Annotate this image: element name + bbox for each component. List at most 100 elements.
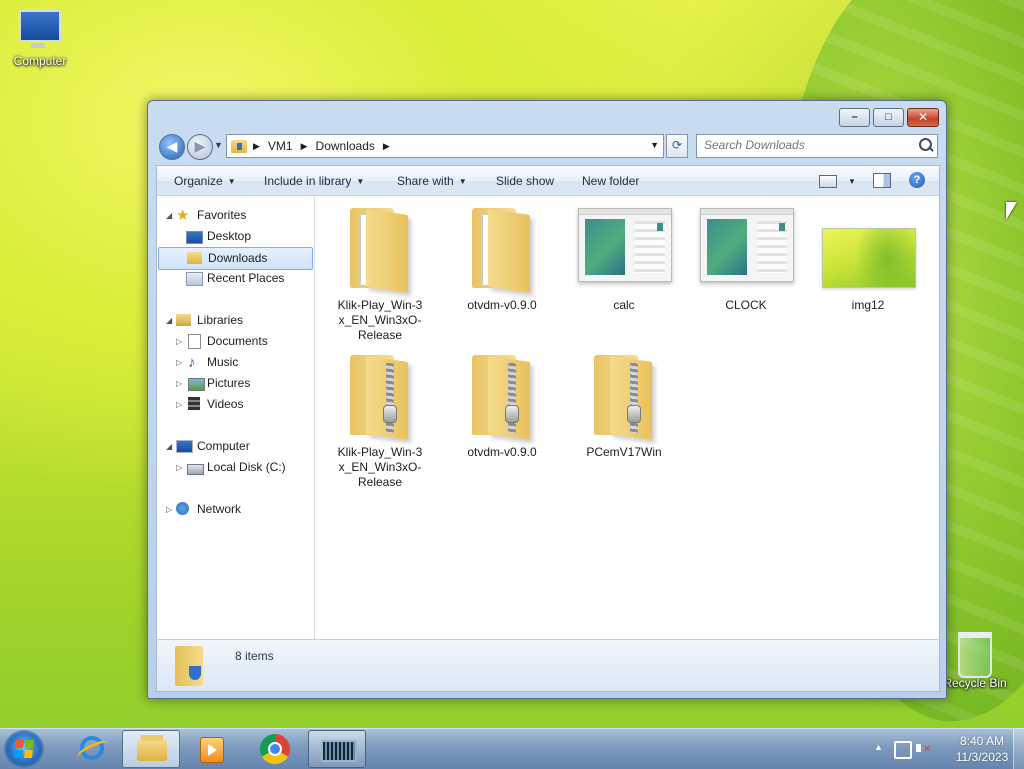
desktop-icon-recycle-bin[interactable]: Recycle Bin bbox=[935, 632, 1015, 690]
nav-local-disk-label: Local Disk (C:) bbox=[207, 460, 286, 474]
slide-show-button[interactable]: Slide show bbox=[496, 174, 554, 188]
file-name: Klik-Play_Win-3x_EN_Win3xO-Release bbox=[337, 445, 423, 489]
nav-documents[interactable]: ▷ Documents bbox=[157, 331, 311, 352]
nav-music[interactable]: ▷ ♪ Music bbox=[157, 352, 311, 373]
file-item[interactable]: PCemV17Win bbox=[571, 347, 677, 460]
taskbar-media-player[interactable] bbox=[184, 730, 240, 766]
nav-favorites[interactable]: ◢ ★ Favorites bbox=[157, 205, 311, 226]
nav-videos[interactable]: ▷ Videos bbox=[157, 394, 311, 415]
media-player-icon bbox=[200, 737, 224, 763]
volume-muted-icon[interactable] bbox=[916, 741, 931, 755]
nav-libraries[interactable]: ◢ Libraries bbox=[157, 310, 311, 331]
internet-explorer-icon bbox=[80, 736, 104, 760]
show-hidden-icons-button[interactable]: ▲ bbox=[874, 742, 883, 752]
nav-recent-places[interactable]: Recent Places bbox=[157, 268, 311, 289]
collapse-arrow-icon[interactable]: ▷ bbox=[176, 373, 182, 394]
chevron-down-icon: ▼ bbox=[848, 177, 856, 186]
preview-pane-icon[interactable] bbox=[873, 173, 891, 188]
clock-date: 11/3/2023 bbox=[955, 750, 1009, 764]
navigation-pane: ◢ ★ Favorites Desktop Downloads Recent P… bbox=[157, 196, 315, 640]
forward-arrow-icon: ▶ bbox=[194, 138, 206, 154]
collapse-arrow-icon[interactable]: ▷ bbox=[166, 499, 172, 520]
explorer-window[interactable]: – □ ✕ ◀ ▶ ▼ ▶ VM1 ▶ Downloads ▶ ▼ ⟳ Orga… bbox=[147, 100, 947, 699]
file-name: calc bbox=[613, 298, 635, 312]
address-bar[interactable]: ▶ VM1 ▶ Downloads ▶ ▼ bbox=[226, 134, 664, 158]
refresh-button[interactable]: ⟳ bbox=[666, 134, 688, 158]
file-item[interactable]: Klik-Play_Win-3x_EN_Win3xO-Release bbox=[327, 347, 433, 490]
file-item[interactable]: CLOCK bbox=[693, 200, 799, 313]
breadcrumb-downloads[interactable]: Downloads bbox=[316, 139, 375, 153]
file-item[interactable]: img12 bbox=[815, 200, 921, 313]
search-input[interactable] bbox=[697, 135, 904, 155]
star-icon: ★ bbox=[176, 207, 190, 224]
collapse-arrow-icon[interactable]: ▷ bbox=[176, 457, 182, 478]
include-in-library-button[interactable]: Include in library ▼ bbox=[264, 174, 364, 188]
explorer-body: ◢ ★ Favorites Desktop Downloads Recent P… bbox=[156, 195, 940, 641]
organize-button[interactable]: Organize ▼ bbox=[174, 174, 236, 188]
start-button[interactable] bbox=[4, 730, 44, 768]
breadcrumb-separator[interactable]: ▶ bbox=[383, 141, 390, 152]
navigation-row: ◀ ▶ ▼ ▶ VM1 ▶ Downloads ▶ ▼ ⟳ bbox=[156, 131, 938, 160]
taskbar-chrome[interactable] bbox=[246, 730, 302, 766]
nav-videos-label: Videos bbox=[207, 397, 244, 411]
nav-desktop[interactable]: Desktop bbox=[157, 226, 311, 247]
back-button[interactable]: ◀ bbox=[159, 134, 185, 160]
nav-desktop-label: Desktop bbox=[207, 229, 252, 243]
address-dropdown-button[interactable]: ▼ bbox=[650, 140, 659, 150]
forward-button[interactable]: ▶ bbox=[187, 134, 213, 160]
search-icon[interactable] bbox=[919, 138, 932, 151]
close-button[interactable]: ✕ bbox=[907, 108, 939, 127]
taskbar-windows-explorer[interactable] bbox=[122, 730, 180, 768]
application-icon bbox=[700, 208, 794, 282]
search-box[interactable] bbox=[696, 134, 938, 158]
windows-logo-icon bbox=[14, 740, 34, 758]
nav-downloads-label: Downloads bbox=[208, 251, 268, 265]
nav-computer[interactable]: ◢ Computer bbox=[157, 436, 311, 457]
change-view-icon[interactable] bbox=[819, 175, 837, 188]
nav-downloads[interactable]: Downloads bbox=[158, 247, 313, 270]
breadcrumb-separator[interactable]: ▶ bbox=[253, 141, 260, 152]
recent-pages-button[interactable]: ▼ bbox=[214, 140, 223, 150]
expand-arrow-icon[interactable]: ◢ bbox=[166, 205, 172, 226]
expand-arrow-icon[interactable]: ◢ bbox=[166, 436, 172, 457]
view-options-dropdown[interactable]: ▼ bbox=[843, 174, 856, 188]
breadcrumb-separator[interactable]: ▶ bbox=[301, 141, 308, 152]
hard-disk-icon bbox=[187, 464, 204, 475]
file-item[interactable]: otvdm-v0.9.0 bbox=[449, 200, 555, 313]
nav-pictures[interactable]: ▷ Pictures bbox=[157, 373, 311, 394]
network-status-icon[interactable] bbox=[894, 741, 912, 759]
share-with-button[interactable]: Share with ▼ bbox=[397, 174, 467, 188]
nav-network[interactable]: ▷ Network bbox=[157, 499, 311, 520]
zip-folder-icon bbox=[350, 355, 410, 440]
desktop-icon-computer[interactable]: Computer bbox=[0, 10, 80, 68]
breadcrumb-vm1[interactable]: VM1 bbox=[268, 139, 293, 153]
collapse-arrow-icon[interactable]: ▷ bbox=[176, 352, 182, 373]
nav-pictures-label: Pictures bbox=[207, 376, 251, 390]
system-tray: ▲ 8:40 AM 11/3/2023 bbox=[864, 729, 1024, 769]
expand-arrow-icon[interactable]: ◢ bbox=[166, 310, 172, 331]
file-name: otvdm-v0.9.0 bbox=[467, 445, 537, 459]
chevron-down-icon: ▼ bbox=[458, 177, 467, 186]
include-in-library-label: Include in library bbox=[264, 174, 352, 188]
taskbar-keyboard-app[interactable] bbox=[308, 730, 366, 768]
details-pane: 8 items bbox=[156, 639, 940, 692]
minimize-button[interactable]: – bbox=[839, 108, 870, 127]
nav-documents-label: Documents bbox=[207, 334, 268, 348]
maximize-button[interactable]: □ bbox=[873, 108, 904, 127]
collapse-arrow-icon[interactable]: ▷ bbox=[176, 394, 182, 415]
organize-label: Organize bbox=[174, 174, 223, 188]
show-desktop-button[interactable] bbox=[1013, 729, 1024, 769]
new-folder-button[interactable]: New folder bbox=[582, 174, 639, 188]
file-item[interactable]: Klik-Play_Win-3x_EN_Win3xO-Release bbox=[327, 200, 433, 343]
help-icon[interactable]: ? bbox=[909, 172, 925, 188]
file-item[interactable]: otvdm-v0.9.0 bbox=[449, 347, 555, 460]
clock[interactable]: 8:40 AM 11/3/2023 bbox=[942, 733, 1022, 765]
nav-local-disk[interactable]: ▷ Local Disk (C:) bbox=[157, 457, 311, 478]
collapse-arrow-icon[interactable]: ▷ bbox=[176, 331, 182, 352]
windows-explorer-icon bbox=[137, 735, 167, 761]
maximize-icon: □ bbox=[885, 111, 892, 123]
taskbar-internet-explorer[interactable] bbox=[62, 730, 118, 766]
file-item[interactable]: calc bbox=[571, 200, 677, 313]
taskbar: ▲ 8:40 AM 11/3/2023 bbox=[0, 728, 1024, 769]
zip-folder-icon bbox=[472, 355, 532, 440]
